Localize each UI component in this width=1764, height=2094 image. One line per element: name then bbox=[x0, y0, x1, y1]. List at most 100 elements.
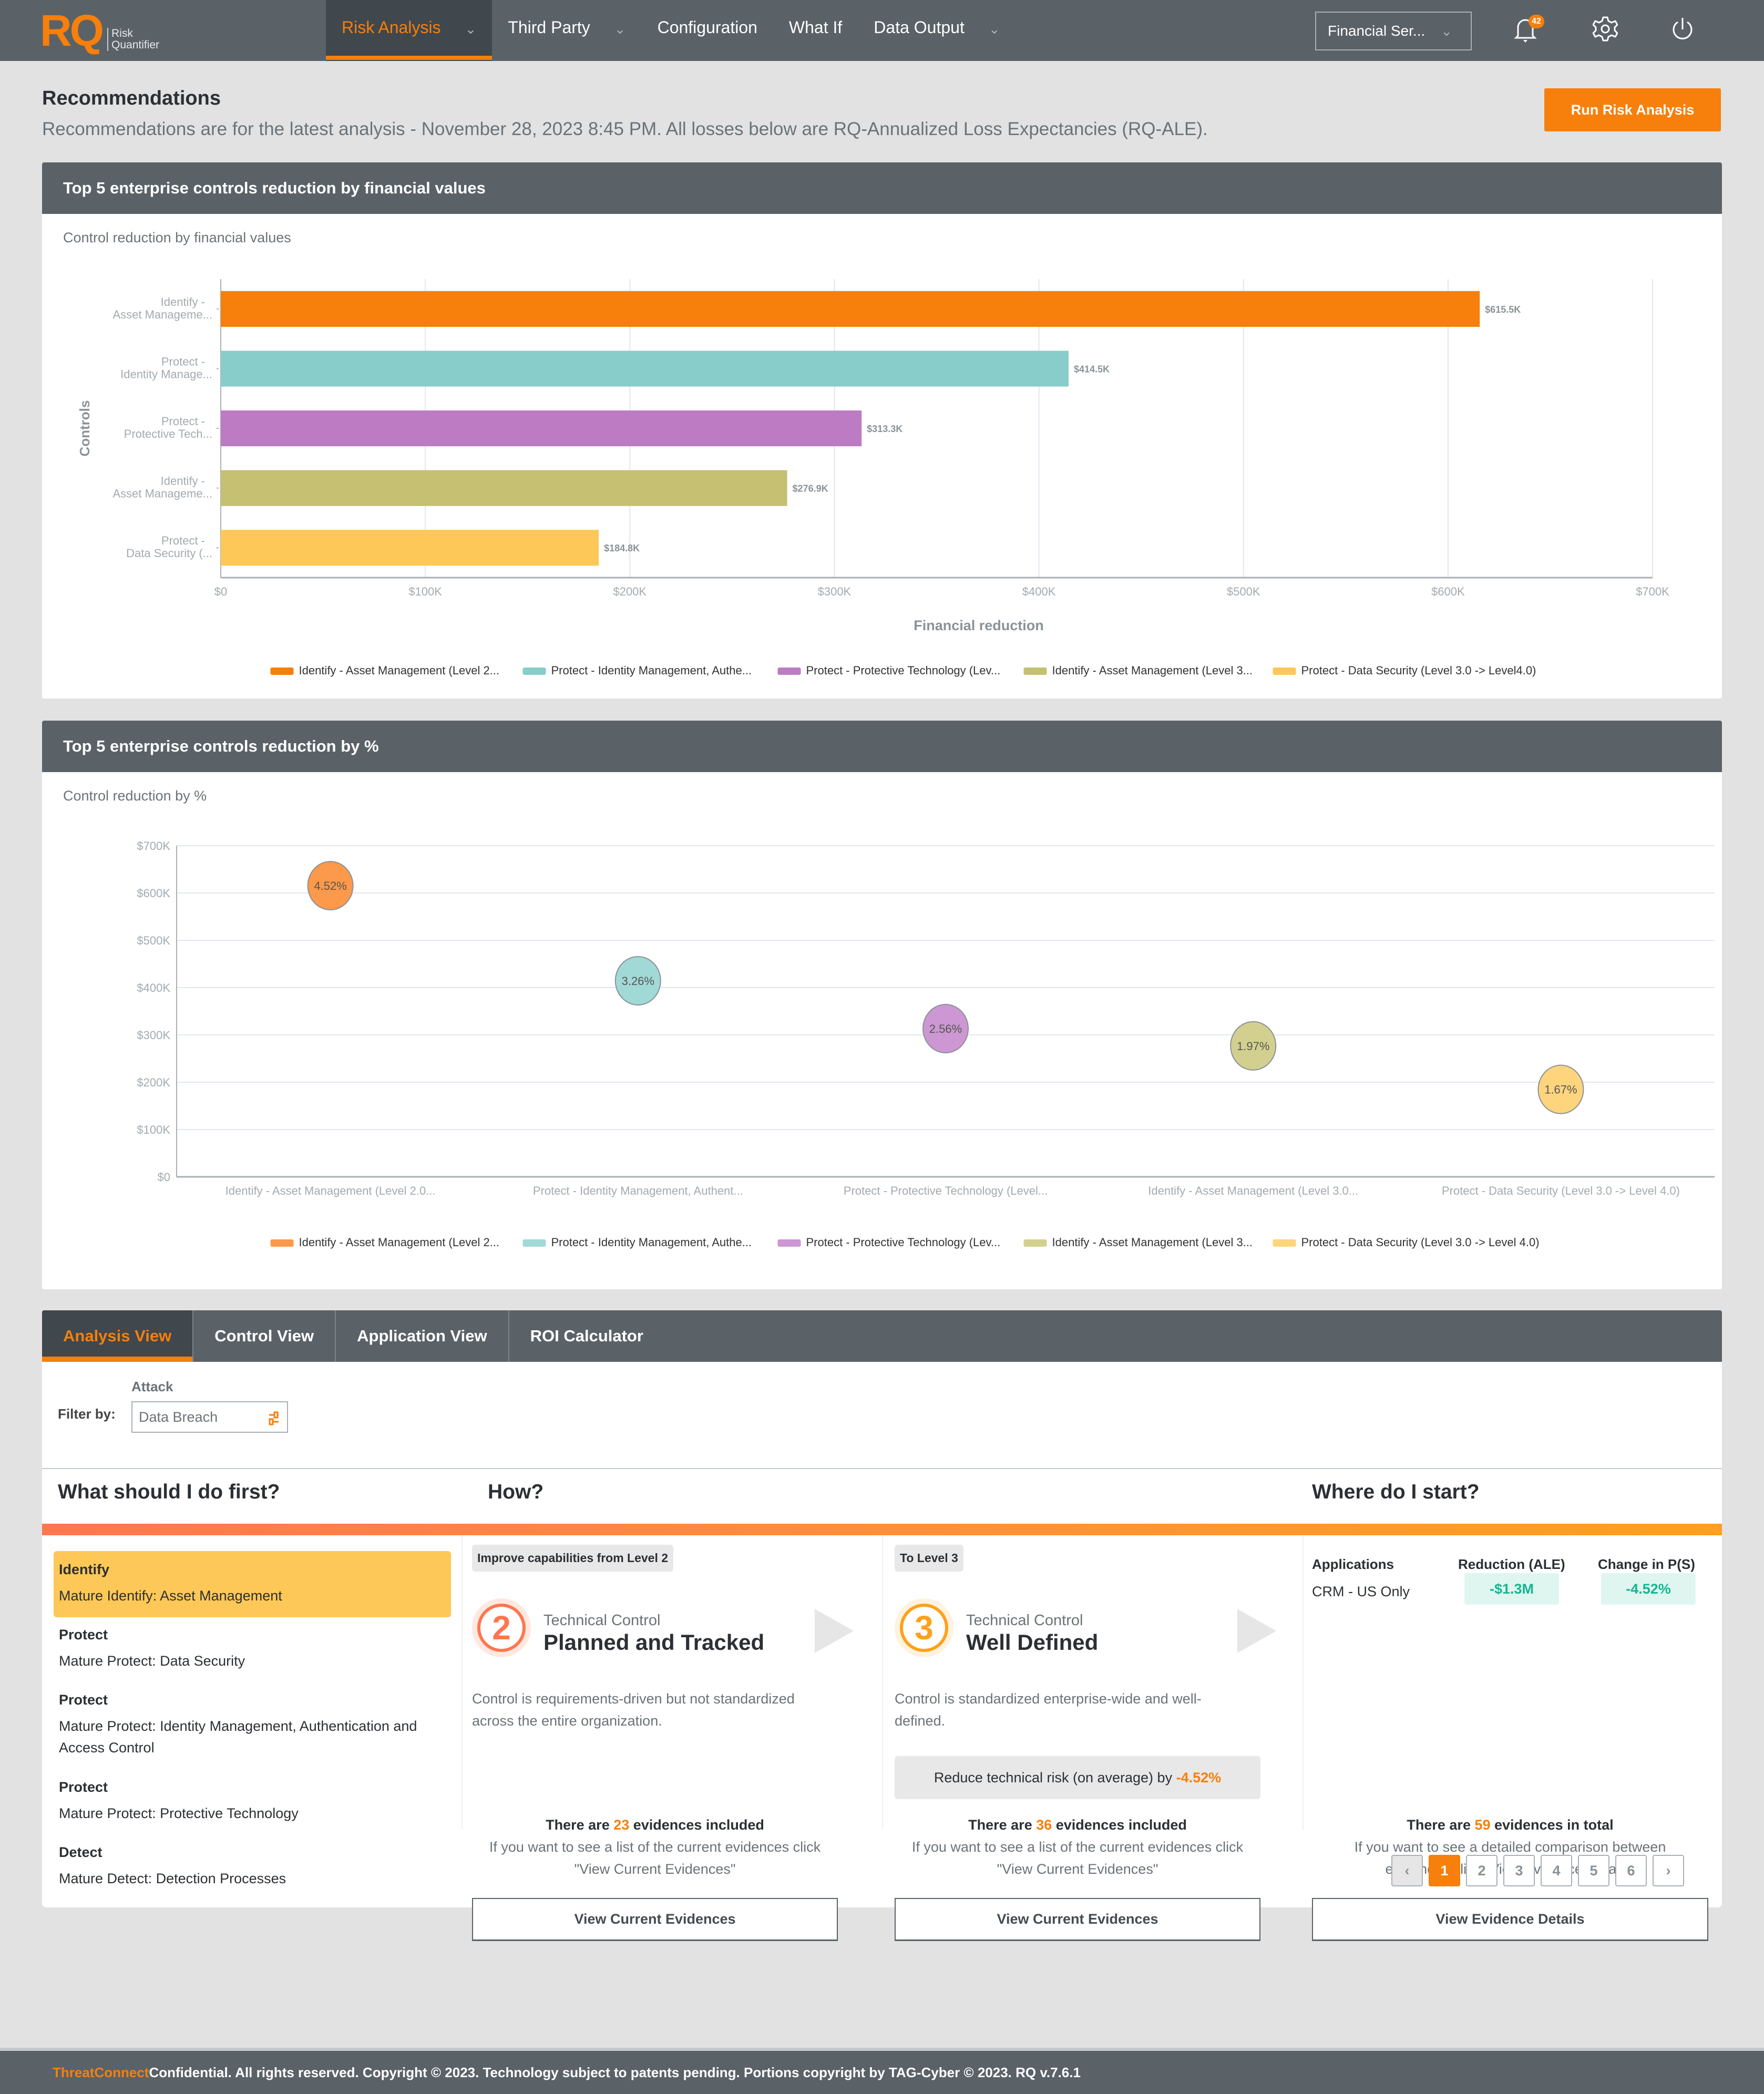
page-button[interactable]: 2 bbox=[1466, 1855, 1498, 1886]
nav-third-party[interactable]: Third Party ⌄ bbox=[492, 0, 641, 61]
legend-item[interactable]: Protect - Protective Technology (Lev... bbox=[777, 664, 1001, 677]
bar bbox=[221, 410, 862, 447]
control-item[interactable]: Detect Mature Detect: Detection Processe… bbox=[54, 1834, 451, 1900]
page-button[interactable]: 5 bbox=[1578, 1855, 1609, 1886]
y-tick-label: $100K bbox=[137, 1123, 170, 1136]
legend-item[interactable]: Protect - Identity Management, Authe... bbox=[522, 664, 752, 677]
legend-item[interactable]: Protect - Protective Technology (Lev... bbox=[777, 1236, 1001, 1249]
run-risk-analysis-button[interactable]: Run Risk Analysis bbox=[1544, 88, 1721, 131]
change-value: -4.52% bbox=[1601, 1573, 1696, 1605]
legend-swatch bbox=[1023, 668, 1047, 675]
analysis-view-panel: Attack Filter by: Data Breach What shoul… bbox=[42, 1362, 1722, 1941]
nav-what-if[interactable]: What If bbox=[773, 0, 858, 61]
legend-swatch bbox=[1023, 1239, 1047, 1247]
view-current-evidences-button[interactable]: View Current Evidences bbox=[895, 1898, 1260, 1941]
bubble-label: 1.97% bbox=[1237, 1040, 1269, 1053]
legend-label: Protect - Data Security (Level 3.0 -> Le… bbox=[1301, 1236, 1540, 1249]
page-button[interactable]: 4 bbox=[1541, 1855, 1572, 1886]
evidence-count: There are 36 evidences included bbox=[968, 1817, 1187, 1833]
x-tick-label: $300K bbox=[818, 585, 852, 598]
data-label: $313.3K bbox=[867, 424, 902, 434]
evidence-total: There are 59 evidences in total bbox=[1407, 1817, 1614, 1833]
settings-button[interactable] bbox=[1592, 16, 1622, 45]
tab-control-view[interactable]: Control View bbox=[193, 1310, 336, 1362]
view-evidence-details-button[interactable]: View Evidence Details bbox=[1312, 1898, 1708, 1941]
attack-filter-select[interactable]: Data Breach bbox=[131, 1401, 288, 1433]
how-heading: How? bbox=[488, 1481, 544, 1503]
nav-data-output[interactable]: Data Output ⌄ bbox=[858, 0, 1016, 61]
y-tick-label: Protect - bbox=[161, 355, 205, 368]
y-tick-label: $0 bbox=[158, 1171, 170, 1184]
y-tick-label: Protective Tech... bbox=[124, 427, 212, 440]
x-tick-label: Identify - Asset Management (Level 2.0..… bbox=[225, 1184, 436, 1197]
filter-label: Filter by: bbox=[58, 1406, 116, 1422]
legend-swatch bbox=[522, 668, 546, 675]
x-tick-label: Protect - Data Security (Level 3.0 -> Le… bbox=[1442, 1184, 1680, 1197]
page-button[interactable]: 3 bbox=[1503, 1855, 1535, 1886]
x-tick-label: Protect - Identity Management, Authent..… bbox=[533, 1184, 743, 1197]
bar bbox=[221, 291, 1480, 327]
nav-risk-analysis[interactable]: Risk Analysis ⌄ bbox=[326, 0, 493, 61]
bubble-label: 4.52% bbox=[314, 879, 346, 892]
controls-list: Identify Mature Identify: Asset Manageme… bbox=[42, 1535, 463, 1886]
gear-icon bbox=[1592, 16, 1618, 42]
chevron-down-icon: ⌄ bbox=[465, 21, 477, 37]
evidence-help: If you want to see a list of the current… bbox=[489, 1839, 821, 1877]
nav-configuration[interactable]: Configuration bbox=[642, 0, 773, 61]
tab-analysis-view[interactable]: Analysis View bbox=[42, 1310, 194, 1362]
y-tick-label: Asset Manageme... bbox=[112, 487, 212, 500]
legend-swatch bbox=[270, 1239, 294, 1247]
control-item[interactable]: Protect Mature Protect: Data Security bbox=[54, 1616, 451, 1682]
column-header-reduction: Reduction (ALE) bbox=[1458, 1556, 1565, 1572]
current-level-panel: Improve capabilities from Level 2 2 Tech… bbox=[463, 1535, 883, 1941]
y-tick-label: Data Security (... bbox=[126, 547, 212, 560]
data-label: $615.5K bbox=[1485, 304, 1521, 315]
bar bbox=[221, 470, 787, 506]
y-tick-label: Protect - bbox=[161, 415, 205, 428]
y-tick-label: $300K bbox=[137, 1029, 170, 1042]
control-item[interactable]: Identify Mature Identify: Asset Manageme… bbox=[54, 1551, 451, 1617]
y-tick-label: Identity Manage... bbox=[120, 367, 212, 381]
analysis-tabs: Analysis View Control View Application V… bbox=[42, 1310, 1722, 1362]
page-button[interactable]: 1 bbox=[1429, 1855, 1460, 1886]
x-tick-label: Protect - Protective Technology (Level..… bbox=[844, 1184, 1048, 1197]
next-page-button[interactable]: › bbox=[1653, 1855, 1684, 1886]
y-tick-label: $200K bbox=[137, 1076, 170, 1089]
x-tick-label: $700K bbox=[1636, 585, 1669, 598]
legend-item[interactable]: Protect - Data Security (Level 3.0 -> Le… bbox=[1273, 664, 1536, 677]
card-header: Top 5 enterprise controls reduction by % bbox=[42, 721, 1722, 772]
level-3-badge: 3 bbox=[895, 1598, 953, 1657]
logo-text: Risk Quantifier bbox=[107, 28, 159, 51]
legend-label: Protect - Protective Technology (Lev... bbox=[806, 664, 1001, 677]
percent-reduction-card: Top 5 enterprise controls reduction by %… bbox=[42, 721, 1722, 1289]
prev-page-button[interactable]: ‹ bbox=[1391, 1855, 1423, 1886]
level-description: Control is requirements-driven but not s… bbox=[472, 1691, 795, 1729]
page-button[interactable]: 6 bbox=[1615, 1855, 1647, 1886]
tab-roi-calculator[interactable]: ROI Calculator bbox=[509, 1310, 664, 1362]
x-tick-label: $500K bbox=[1227, 585, 1260, 598]
logout-button[interactable] bbox=[1670, 16, 1700, 45]
organization-select[interactable]: Financial Ser... ⌄ bbox=[1315, 12, 1472, 50]
bar-chart: $0 $100K $200K $300K $400K $500K $600K $700K $61… bbox=[77, 279, 1669, 677]
legend-item[interactable]: Identify - Asset Management (Level 3... bbox=[1023, 1236, 1253, 1249]
control-item[interactable]: Protect Mature Protect: Identity Managem… bbox=[54, 1681, 451, 1769]
legend-item[interactable]: Identify - Asset Management (Level 2... bbox=[270, 664, 500, 677]
x-tick-label: $600K bbox=[1431, 585, 1465, 598]
legend-item[interactable]: Protect - Identity Management, Authe... bbox=[522, 1236, 752, 1249]
y-axis-title: Controls bbox=[77, 401, 93, 457]
divider bbox=[42, 1468, 1722, 1469]
app-logo[interactable]: RQ Risk Quantifier bbox=[40, 8, 159, 53]
legend-item[interactable]: Protect - Data Security (Level 3.0 -> Le… bbox=[1273, 1236, 1540, 1249]
legend-item[interactable]: Identify - Asset Management (Level 3... bbox=[1023, 664, 1253, 677]
notification-count-badge: 42 bbox=[1529, 15, 1544, 28]
page-subtitle: Recommendations are for the latest analy… bbox=[42, 119, 1208, 139]
play-arrow-icon bbox=[1237, 1609, 1276, 1653]
view-current-evidences-button[interactable]: View Current Evidences bbox=[472, 1898, 838, 1941]
legend-item[interactable]: Identify - Asset Management (Level 2... bbox=[270, 1236, 500, 1249]
notifications-button[interactable]: 42 bbox=[1514, 15, 1544, 45]
tab-application-view[interactable]: Application View bbox=[336, 1310, 509, 1362]
control-item[interactable]: Protect Mature Protect: Protective Techn… bbox=[54, 1769, 451, 1835]
level-name: Well Defined bbox=[966, 1630, 1099, 1655]
page-title: Recommendations bbox=[42, 87, 221, 109]
pagination: ‹ 1 2 3 4 5 6 › bbox=[1391, 1855, 1684, 1886]
